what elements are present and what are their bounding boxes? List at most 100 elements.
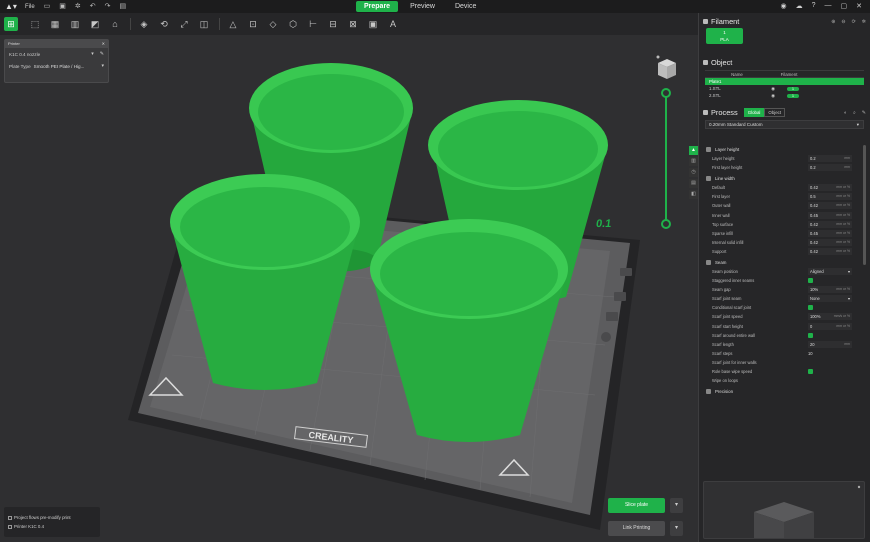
- plate-type-select[interactable]: Plate Type Smooth PEI Plate / Hig... ▾: [5, 60, 108, 72]
- add-filament-icon[interactable]: ⊕: [831, 19, 835, 25]
- settings-icon[interactable]: ✲: [862, 19, 866, 25]
- calibration-icon[interactable]: ▤: [120, 2, 127, 12]
- param-input[interactable]: 0.45 mm or %: [808, 229, 852, 237]
- tab-prepare[interactable]: Prepare: [356, 1, 399, 12]
- print-options-button[interactable]: ▾: [670, 521, 683, 536]
- remove-filament-icon[interactable]: ⊖: [841, 19, 845, 25]
- param-checkbox[interactable]: [808, 305, 813, 311]
- param-group[interactable]: Line width: [698, 174, 866, 183]
- support-tab-icon[interactable]: ▤: [689, 179, 698, 188]
- cut-icon[interactable]: ◫: [197, 17, 211, 31]
- chevron-down-icon[interactable]: ▾: [848, 295, 850, 302]
- add-plate-icon[interactable]: ⊞: [4, 17, 18, 31]
- scale-icon[interactable]: ⟲: [157, 17, 171, 31]
- seam-paint-icon[interactable]: ◇: [266, 17, 280, 31]
- tab-object[interactable]: Object: [764, 108, 786, 117]
- param-input[interactable]: 0.2 mm: [808, 155, 852, 163]
- list-item[interactable]: 2.STL ◉ 1: [705, 92, 864, 99]
- layer-slider-bottom-handle[interactable]: [661, 219, 671, 229]
- search-icon[interactable]: ⌕: [853, 110, 856, 116]
- param-group[interactable]: Seam: [698, 258, 866, 267]
- filament-slot-1[interactable]: 1 PLA: [706, 28, 743, 44]
- chevron-down-icon[interactable]: ▾: [848, 268, 850, 275]
- param-input[interactable]: 10% mm or %: [808, 286, 852, 294]
- param-input[interactable]: 0.45 mm or %: [808, 211, 852, 219]
- plate-settings-icon[interactable]: [601, 332, 611, 342]
- slice-options-button[interactable]: ▾: [670, 498, 683, 513]
- param-input[interactable]: 20 mm: [808, 340, 852, 348]
- checkbox-icon[interactable]: [8, 524, 12, 529]
- arrange-icon[interactable]: ▥: [68, 17, 82, 31]
- emboss-icon[interactable]: ▣: [366, 17, 380, 31]
- chevron-down-icon[interactable]: ▾: [101, 63, 104, 69]
- model-thumbnail[interactable]: [703, 481, 865, 539]
- plate-lock-icon[interactable]: [606, 312, 618, 321]
- print-plate-button[interactable]: Link Printing: [608, 521, 665, 536]
- quality-tab-icon[interactable]: ▲: [689, 146, 698, 155]
- move-icon[interactable]: ⌂: [108, 17, 122, 31]
- parameters-scrollbar[interactable]: [863, 145, 866, 265]
- checkbox-icon[interactable]: [8, 515, 12, 520]
- param-input[interactable]: 0 mm or %: [808, 322, 852, 330]
- filament-badge[interactable]: 1: [787, 86, 799, 91]
- param-group[interactable]: Precision: [698, 387, 866, 396]
- layer-slider[interactable]: [665, 93, 667, 223]
- param-checkbox[interactable]: [808, 369, 813, 375]
- close-icon[interactable]: ✕: [102, 40, 105, 48]
- plate-arrange-icon[interactable]: [620, 268, 632, 276]
- add-object-icon[interactable]: ⬚: [28, 17, 42, 31]
- mesh-boolean-icon[interactable]: △: [226, 17, 240, 31]
- app-logo-icon[interactable]: ▲▾: [5, 2, 19, 12]
- sync-icon[interactable]: ⟳: [852, 19, 856, 25]
- delete-icon[interactable]: ▦: [48, 17, 62, 31]
- param-dropdown[interactable]: None ▾: [808, 295, 852, 303]
- open-project-icon[interactable]: ▭: [44, 2, 51, 12]
- scene-canvas[interactable]: CREALITY: [0, 35, 698, 542]
- param-input[interactable]: 100% mm/s or %: [808, 313, 852, 321]
- svg-icon[interactable]: A: [386, 17, 400, 31]
- save-icon[interactable]: ▣: [59, 2, 66, 12]
- slice-plate-button[interactable]: Slice plate: [608, 498, 665, 513]
- tab-device[interactable]: Device: [447, 1, 484, 12]
- param-group[interactable]: Layer height: [698, 145, 866, 154]
- chevron-down-icon[interactable]: ▾: [91, 51, 94, 57]
- list-item[interactable]: Plate1: [705, 78, 864, 85]
- undo-icon[interactable]: ↶: [90, 2, 96, 12]
- maximize-icon[interactable]: ▢: [841, 2, 848, 10]
- param-input[interactable]: 0.42 mm or %: [808, 247, 852, 255]
- param-input[interactable]: 0.42 mm or %: [808, 184, 852, 192]
- param-checkbox[interactable]: [808, 332, 813, 338]
- view-cube[interactable]: [655, 55, 677, 81]
- assembly-icon[interactable]: ⊟: [326, 17, 340, 31]
- layer-slider-top-handle[interactable]: [661, 88, 671, 98]
- plate-orient-icon[interactable]: [614, 292, 626, 301]
- minimize-icon[interactable]: —: [825, 2, 832, 10]
- measure-icon[interactable]: ⊢: [306, 17, 320, 31]
- orient-icon[interactable]: ◩: [88, 17, 102, 31]
- cloud-icon[interactable]: ☁: [796, 2, 803, 10]
- param-value[interactable]: 10: [808, 351, 813, 356]
- tab-global[interactable]: Global: [743, 108, 765, 117]
- param-checkbox[interactable]: [808, 278, 813, 284]
- help-icon[interactable]: ?: [812, 2, 816, 10]
- chevron-down-icon[interactable]: ▾: [857, 121, 859, 128]
- redo-icon[interactable]: ↷: [105, 2, 111, 12]
- param-input[interactable]: 0.2 mm: [808, 164, 852, 172]
- tab-preview[interactable]: Preview: [402, 1, 443, 12]
- compare-icon[interactable]: ◐: [844, 110, 847, 116]
- list-item[interactable]: 1.STL ◉ 1: [705, 85, 864, 92]
- 3d-viewport[interactable]: CREALITY Printer ✕ K1C 0.4 nozzle ▾ ✎ Pl…: [0, 35, 698, 542]
- close-icon[interactable]: ✕: [856, 2, 862, 10]
- printer-select[interactable]: K1C 0.4 nozzle ▾ ✎: [5, 48, 108, 60]
- strength-tab-icon[interactable]: ▥: [689, 157, 698, 166]
- speed-tab-icon[interactable]: ◷: [689, 168, 698, 177]
- text-icon[interactable]: ⊠: [346, 17, 360, 31]
- param-dropdown[interactable]: Aligned ▾: [808, 267, 852, 275]
- account-icon[interactable]: ◉: [780, 2, 786, 10]
- support-paint-icon[interactable]: ⊡: [246, 17, 260, 31]
- param-input[interactable]: 0.42 mm or %: [808, 202, 852, 210]
- edit-icon[interactable]: ✎: [862, 110, 866, 116]
- settings-icon[interactable]: ✲: [75, 2, 81, 12]
- visibility-icon[interactable]: ◉: [769, 93, 777, 99]
- rotate-icon[interactable]: ◈: [137, 17, 151, 31]
